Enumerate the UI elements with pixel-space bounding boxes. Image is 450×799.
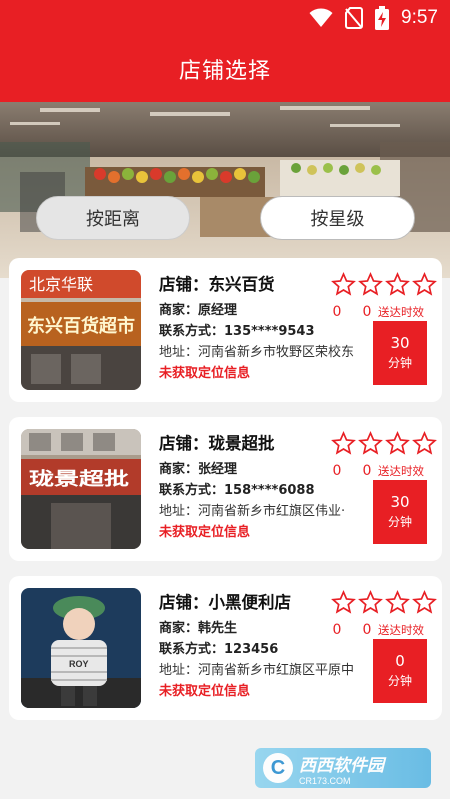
location-status: 未获取定位信息 — [159, 684, 251, 699]
store-photo-sign: ROY — [69, 659, 89, 669]
star-outline-icon — [331, 431, 356, 455]
store-address: 地址：河南省新乡市牧野区荣校东 — [159, 345, 355, 360]
eta-value: 30 — [390, 493, 410, 511]
count-left: 0 — [332, 463, 342, 479]
store-counts: 0 0 — [327, 304, 377, 320]
wifi-icon — [309, 8, 333, 27]
sort-by-distance-button[interactable]: 按距离 — [36, 196, 190, 240]
store-photo-sign: 东兴百货超市 — [27, 315, 135, 337]
rating-stars — [331, 272, 437, 297]
eta-label: 送达时效 — [378, 464, 424, 478]
store-photo: 珑景超批 — [21, 429, 141, 549]
eta-badge: 30 分钟 — [373, 480, 427, 544]
watermark-text: 西西软件园 — [299, 755, 384, 776]
eta-unit: 分钟 — [387, 515, 412, 529]
watermark-logo: C 西西软件园 CR173.COM — [255, 748, 431, 788]
store-address: 地址：河南省新乡市红旗区伟业· — [159, 504, 346, 519]
status-time: 9:57 — [401, 7, 438, 28]
title-bar: 店铺选择 — [0, 36, 450, 102]
eta-unit: 分钟 — [387, 356, 412, 370]
watermark-subtext: CR173.COM — [299, 775, 351, 786]
rating-stars — [331, 590, 437, 615]
battery-charging-icon — [375, 6, 390, 30]
store-contact: 联系方式：158****6088 — [159, 483, 315, 498]
watermark-logo-icon: C — [263, 753, 293, 783]
star-outline-icon — [358, 431, 383, 455]
page-title: 店铺选择 — [178, 59, 271, 84]
no-sim-icon — [345, 7, 364, 29]
star-outline-icon — [385, 590, 410, 614]
rating-stars — [331, 431, 437, 456]
store-contact: 联系方式：123456 — [159, 642, 279, 657]
count-left: 0 — [332, 622, 342, 638]
star-outline-icon — [331, 272, 356, 296]
eta-label: 送达时效 — [378, 623, 424, 637]
supermarket-banner-image — [0, 102, 450, 278]
eta-value: 30 — [390, 334, 410, 352]
store-card[interactable]: ROY 店铺：小黑便利店 商家：韩先生 联系方式：123456 地址：河南省新乡… — [9, 576, 442, 720]
store-address: 地址：河南省新乡市红旗区平原中 — [159, 663, 355, 678]
star-outline-icon — [385, 431, 410, 455]
eta-badge: 30 分钟 — [373, 321, 427, 385]
star-outline-icon — [412, 431, 437, 455]
star-outline-icon — [331, 590, 356, 614]
location-status: 未获取定位信息 — [159, 525, 251, 540]
store-photo-sign-small: 北京华联 — [29, 275, 93, 294]
eta-label: 送达时效 — [378, 305, 424, 319]
eta-unit: 分钟 — [387, 674, 412, 688]
store-photo: 北京华联 东兴百货超市 — [21, 270, 141, 390]
location-status: 未获取定位信息 — [159, 366, 251, 381]
count-left: 0 — [332, 304, 342, 320]
store-counts: 0 0 — [327, 463, 377, 479]
store-photo: ROY — [21, 588, 141, 708]
star-outline-icon — [358, 272, 383, 296]
store-contact: 联系方式：135****9543 — [159, 324, 315, 339]
store-counts: 0 0 — [327, 622, 377, 638]
sort-by-rating-button[interactable]: 按星级 — [260, 196, 415, 240]
eta-badge: 0 分钟 — [373, 639, 427, 703]
eta-value: 0 — [395, 652, 405, 670]
store-card[interactable]: 珑景超批 店铺：珑景超批 商家：张经理 联系方式：158****6088 地址：… — [9, 417, 442, 561]
sort-by-rating-label: 按星级 — [310, 209, 365, 230]
star-outline-icon — [358, 590, 383, 614]
status-bar: 9:57 — [0, 0, 450, 36]
store-photo-sign: 珑景超批 — [29, 468, 129, 490]
sort-by-distance-label: 按距离 — [86, 209, 140, 230]
star-outline-icon — [412, 272, 437, 296]
star-outline-icon — [385, 272, 410, 296]
store-card[interactable]: 北京华联 东兴百货超市 店铺：东兴百货 商家：原经理 联系方式：135****9… — [9, 258, 442, 402]
status-icons: 9:57 — [309, 6, 438, 30]
star-outline-icon — [412, 590, 437, 614]
